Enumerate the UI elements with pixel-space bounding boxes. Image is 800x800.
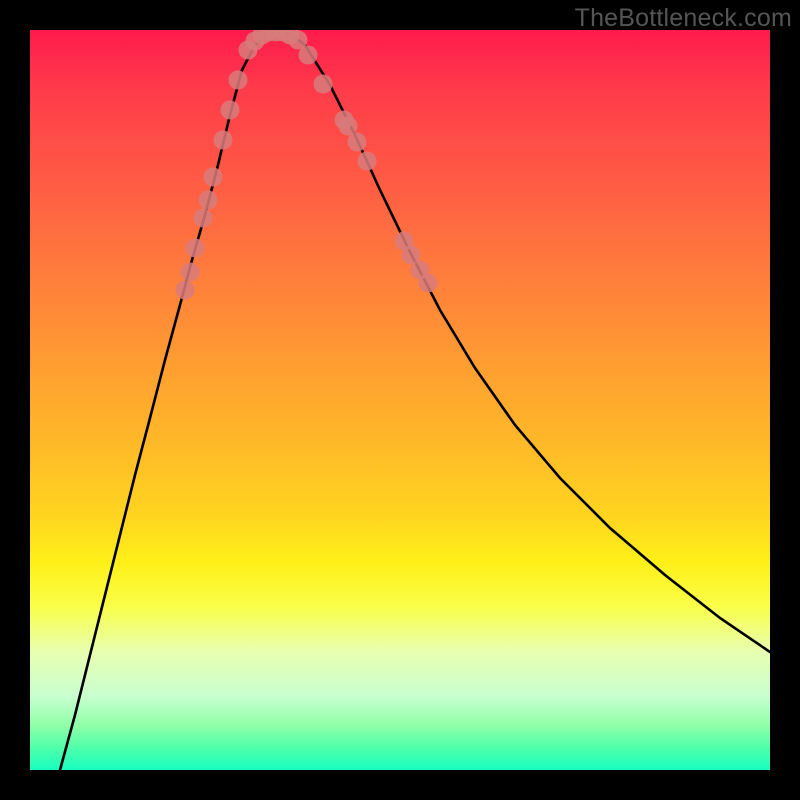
curve-marker — [358, 152, 377, 171]
curve-marker — [339, 117, 358, 136]
curve-marker — [348, 133, 367, 152]
plot-area — [30, 30, 770, 770]
bottleneck-curve — [60, 32, 770, 770]
curve-marker — [299, 46, 318, 65]
chart-frame: TheBottleneck.com — [0, 0, 800, 800]
curve-marker — [181, 263, 200, 282]
curve-marker — [214, 131, 233, 150]
chart-svg — [30, 30, 770, 770]
curve-marker — [229, 71, 248, 90]
curve-marker — [199, 191, 218, 210]
curve-marker — [194, 209, 213, 228]
curve-marker — [221, 101, 240, 120]
curve-marker — [186, 239, 205, 258]
curve-marker — [204, 168, 223, 187]
watermark-text: TheBottleneck.com — [575, 4, 792, 33]
curve-markers — [176, 30, 438, 300]
curve-marker — [419, 274, 438, 293]
curve-marker — [314, 75, 333, 94]
curve-marker — [176, 281, 195, 300]
